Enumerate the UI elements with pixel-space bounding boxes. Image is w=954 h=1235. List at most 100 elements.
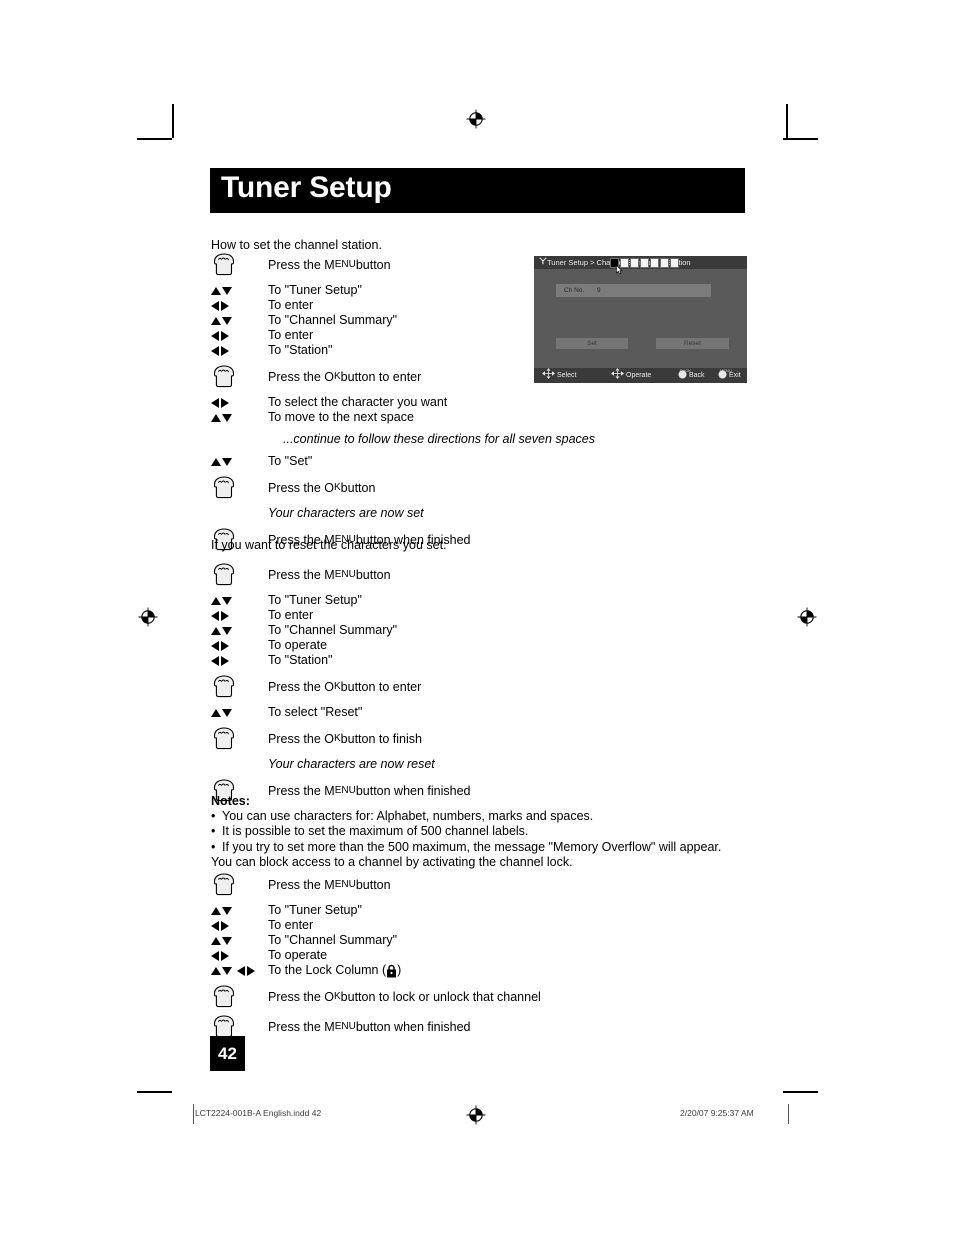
registration-mark-left: [138, 607, 158, 627]
step-reset-station-key: [211, 727, 263, 750]
step-reset-station-text: To "Tuner Setup": [268, 593, 362, 607]
step-reset-station-text: To operate: [268, 638, 328, 652]
dpad-icon: [611, 368, 624, 385]
left-right-arrows-icon: [211, 330, 229, 341]
crop-mark-top-right-vertical: [786, 104, 788, 138]
step-channel-lock-text: To the Lock Column ( ): [268, 963, 402, 978]
up-down-arrows-icon: [211, 316, 232, 325]
osd-character-slot[interactable]: [660, 257, 669, 268]
osd-footer-exit[interactable]: Exit: [718, 368, 741, 383]
up-down-arrows-icon: [211, 413, 232, 422]
step-set-station-key: [211, 410, 263, 425]
step-set-station-text: To move to the next space: [268, 410, 414, 424]
step-reset-station-text: To enter: [268, 608, 314, 622]
step-channel-lock-text: To "Channel Summary": [268, 933, 398, 947]
crop-mark-bottom-left-horizontal: [137, 1091, 172, 1093]
up-down-arrows-icon: [211, 457, 232, 466]
up-down-arrows-icon: [211, 708, 232, 717]
osd-character-slot[interactable]: [640, 257, 649, 268]
osd-footer-select[interactable]: Select: [542, 368, 576, 383]
step-reset-station-key: [211, 653, 263, 668]
registration-mark-bottom: [466, 1105, 486, 1125]
step-reset-station-text: Press the OK button to finish: [268, 731, 422, 746]
lock-icon: [386, 964, 397, 978]
step-reset-station-key: [211, 623, 263, 638]
step-set-station-text: ...continue to follow these directions f…: [283, 432, 595, 446]
step-set-station-text: Press the M ENU button: [268, 257, 391, 272]
step-channel-lock-key: [211, 918, 263, 933]
osd-character-slot[interactable]: [650, 257, 659, 268]
osd-footer-exit-label: Exit: [729, 372, 741, 379]
step-reset-station-key: [211, 593, 263, 608]
hand-press-icon: [211, 476, 237, 499]
dpad-icon: [542, 368, 555, 385]
footer-rule-right: [788, 1104, 789, 1124]
step-reset-station-text: Your characters are now reset: [268, 757, 435, 771]
crop-mark-top-right-horizontal: [783, 138, 818, 140]
hand-press-icon: [211, 985, 237, 1008]
step-set-station-key: [211, 343, 263, 358]
step-set-station-text: To "Set": [268, 454, 313, 468]
left-right-arrows-icon: [211, 920, 229, 931]
notes-bullet-text: You can use characters for: Alphabet, nu…: [222, 809, 594, 824]
step-set-station-key: [211, 283, 263, 298]
print-footer-right: 2/20/07 9:25:37 AM: [680, 1108, 754, 1118]
bullet-dot-icon: •: [211, 824, 216, 839]
left-right-arrows-icon: [211, 300, 229, 311]
step-channel-lock-key: [211, 963, 263, 978]
osd-reset-button[interactable]: Reset: [656, 338, 729, 349]
step-channel-lock-text: To enter: [268, 918, 314, 932]
step-set-station-key: [211, 476, 263, 499]
up-down-arrows-icon: [211, 626, 232, 635]
intro-line-set-station: How to set the channel station.: [211, 238, 382, 252]
notes-heading: Notes:: [211, 794, 250, 808]
notes-bullet: • You can use characters for: Alphabet, n…: [211, 809, 721, 824]
step-channel-lock-text: To operate: [268, 948, 328, 962]
step-set-station-text: To enter: [268, 328, 314, 342]
page-title-banner: Tuner Setup: [210, 168, 745, 213]
up-down-arrows-icon: [211, 596, 232, 605]
step-set-station-text: To "Channel Summary": [268, 313, 398, 327]
left-right-arrows-icon: [211, 655, 229, 666]
step-set-station-key: [211, 432, 263, 447]
left-right-arrows-icon: [237, 965, 255, 976]
step-channel-lock-text: Press the M ENU button when finished: [268, 1019, 471, 1034]
up-down-arrows-icon: [211, 906, 232, 915]
registration-mark-right: [797, 607, 817, 627]
crop-mark-bottom-right-horizontal: [783, 1091, 818, 1093]
notes-bullet-text: It is possible to set the maximum of 500…: [222, 824, 529, 839]
osd-channel-row: Ch No. 9: [556, 284, 711, 297]
step-set-station-key: [211, 328, 263, 343]
intro-line-reset-characters: If you want to reset the characters you …: [211, 538, 447, 552]
step-set-station-text: Press the OK button to enter: [268, 369, 422, 384]
step-reset-station-key: [211, 675, 263, 698]
notes-bullet: • If you try to set more than the 500 max…: [211, 840, 721, 855]
hand-press-icon: [211, 727, 237, 750]
osd-character-slot[interactable]: [670, 257, 679, 268]
step-channel-lock-text: Press the M ENU button: [268, 877, 391, 892]
osd-set-button[interactable]: Set: [556, 338, 628, 349]
step-reset-station-key: [211, 705, 263, 720]
osd-footer-back[interactable]: Back: [678, 368, 705, 383]
osd-footer-operate-label: Operate: [626, 372, 652, 379]
step-channel-lock-key: [211, 873, 263, 896]
osd-character-slot[interactable]: [630, 257, 639, 268]
osd-footer-operate[interactable]: Operate: [611, 368, 651, 383]
step-channel-lock-text: To "Tuner Setup": [268, 903, 362, 917]
osd-footer-bar: Select Operate BACK Back MENU Exit: [534, 368, 747, 383]
osd-ch-number: 9: [597, 287, 601, 294]
step-reset-station-text: To "Station": [268, 653, 333, 667]
step-set-station-text: Your characters are now set: [268, 506, 424, 520]
left-right-arrows-icon: [211, 610, 229, 621]
bullet-dot-icon: •: [211, 809, 216, 824]
step-set-station-text: To "Station": [268, 343, 333, 357]
step-set-station-key: [211, 395, 263, 410]
step-reset-station-text: Press the OK button to enter: [268, 679, 422, 694]
print-footer-left: LCT2224-001B-A English.indd 42: [195, 1108, 322, 1118]
left-right-arrows-icon: [211, 640, 229, 651]
step-channel-lock-key: [211, 948, 263, 963]
circle-button-icon: [718, 370, 727, 385]
circle-button-icon: [678, 370, 687, 385]
step-reset-station-text: Press the M ENU button: [268, 567, 391, 582]
step-channel-lock-key: [211, 903, 263, 918]
